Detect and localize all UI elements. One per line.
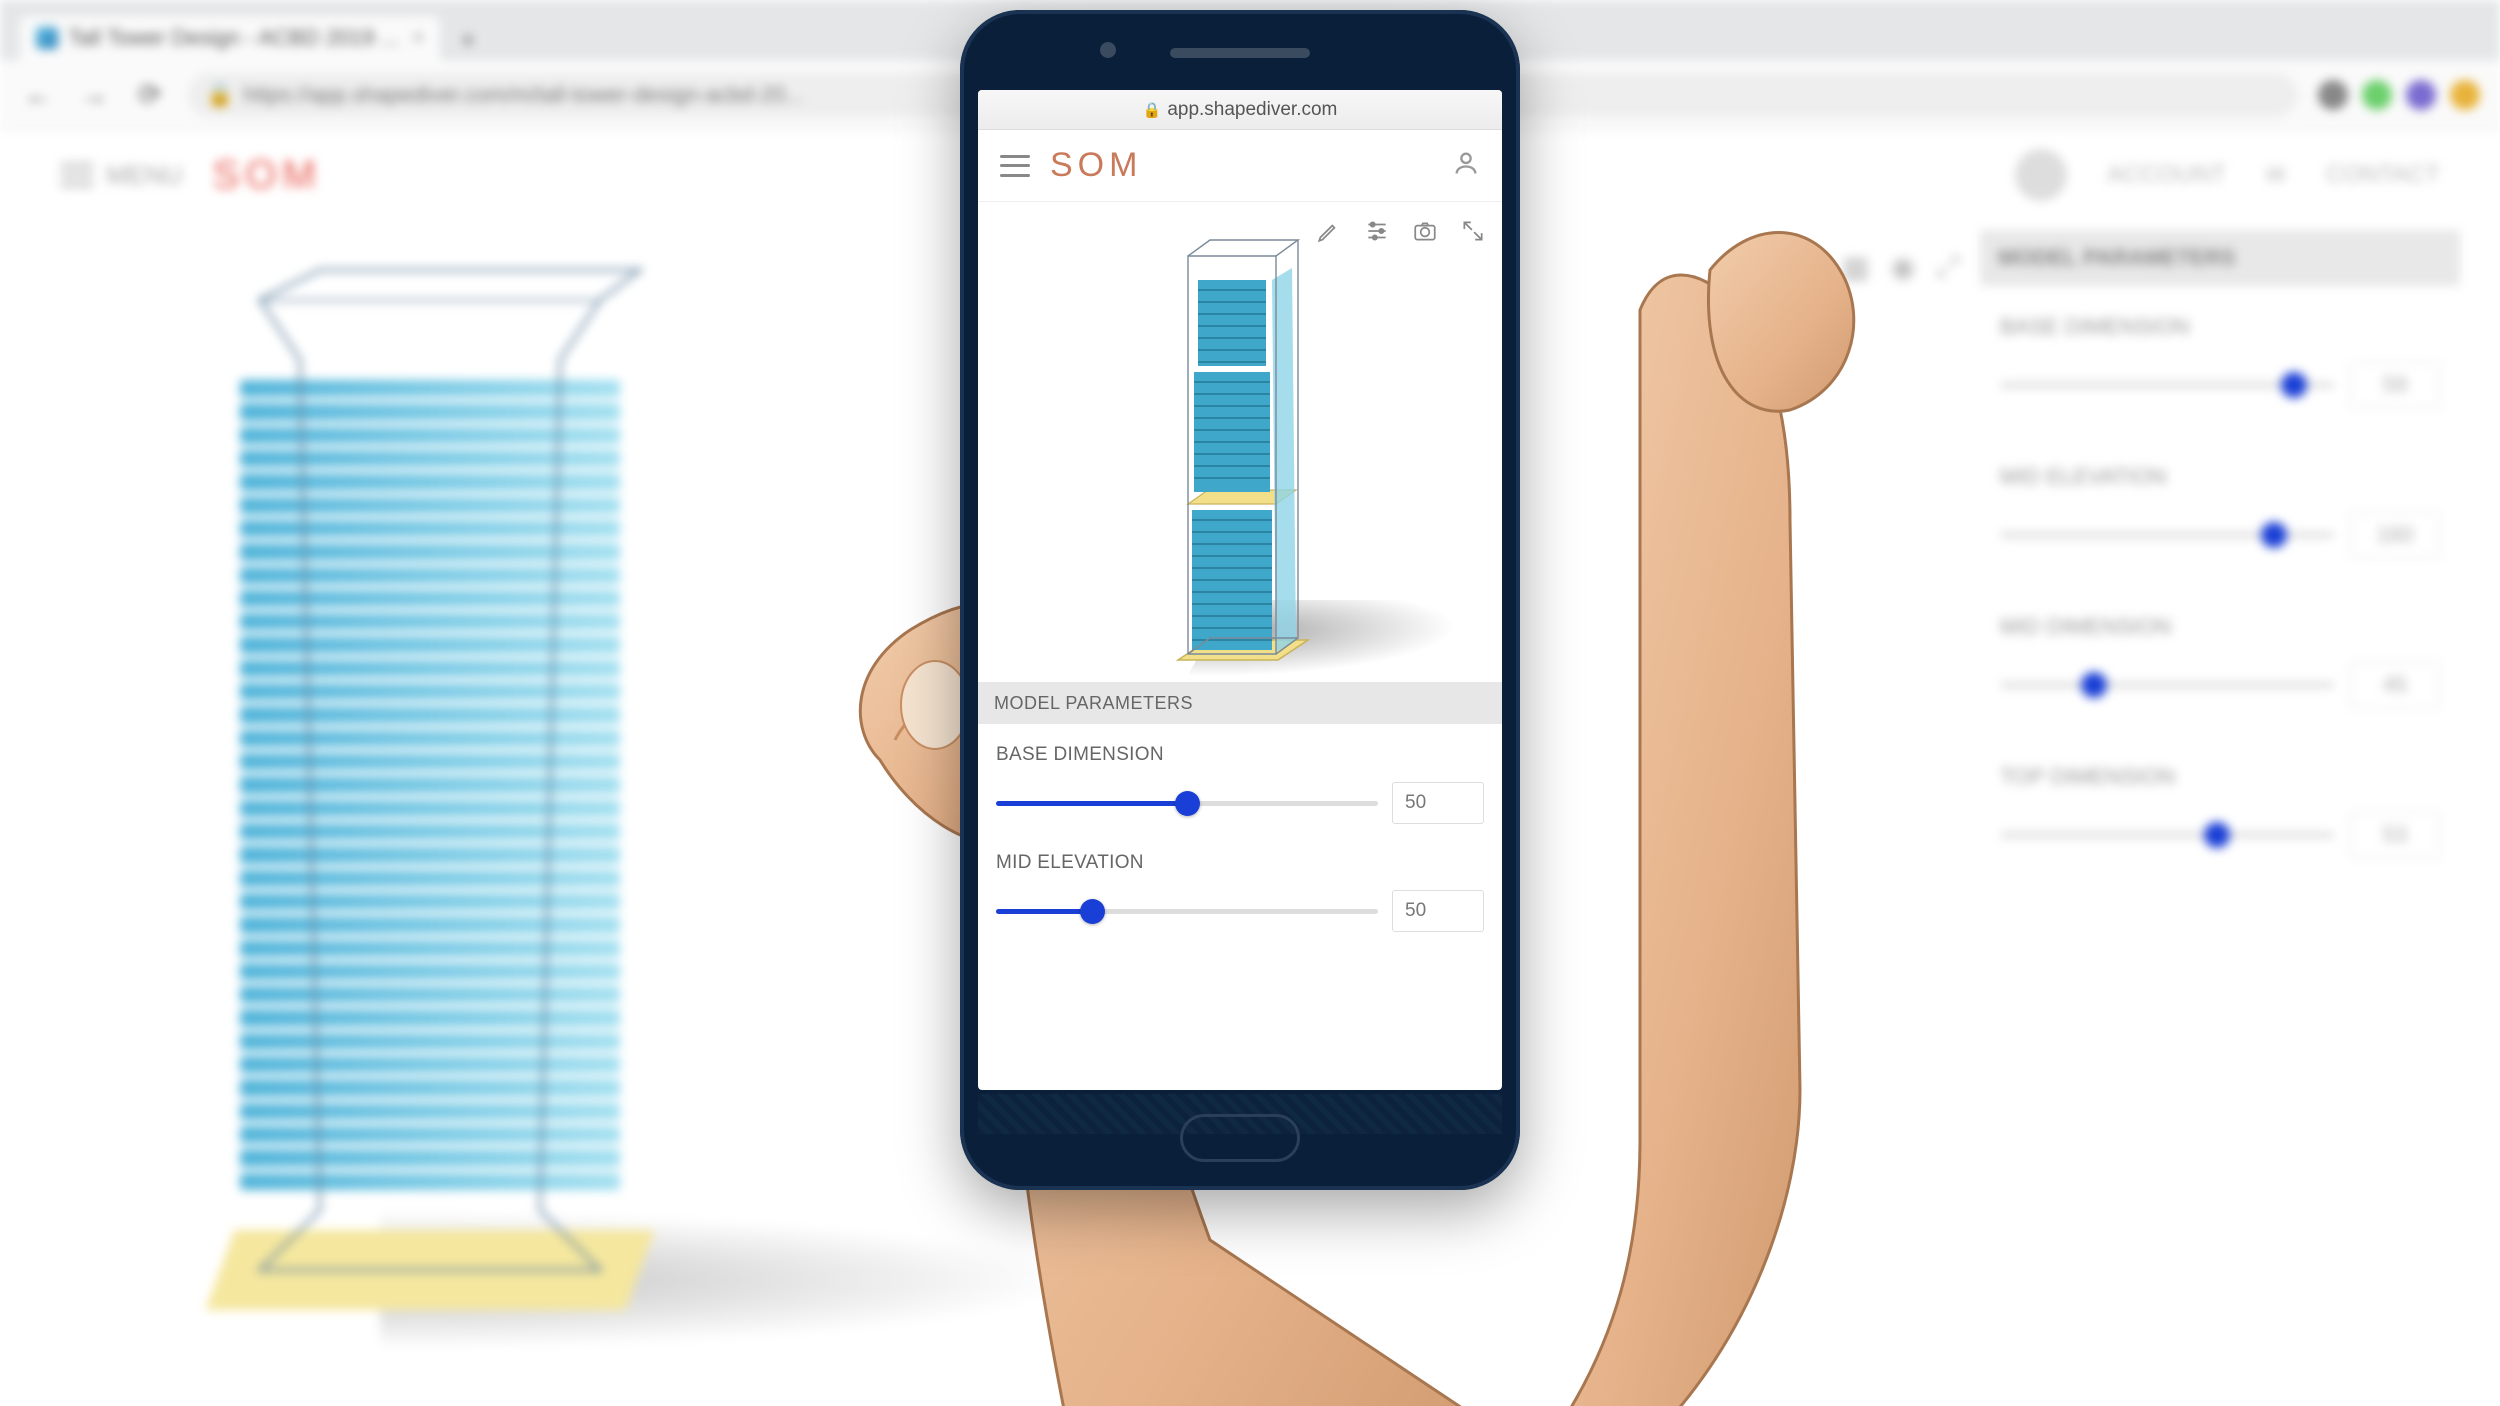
parameter-value[interactable]: 45 — [2350, 662, 2440, 708]
grid-icon[interactable]: ▦ — [1841, 250, 1869, 285]
slider-track[interactable] — [996, 801, 1378, 806]
tower-3d-view[interactable] — [180, 260, 680, 1310]
slider-thumb[interactable] — [2204, 822, 2230, 848]
menu-button[interactable]: MENU — [60, 160, 183, 191]
parameter-label: MID ELEVATION — [2000, 464, 2440, 490]
settings-icon[interactable] — [1362, 216, 1392, 246]
parameter-value[interactable]: 59 — [2350, 362, 2440, 408]
extension-icon[interactable] — [2406, 80, 2436, 110]
mobile-app-header: SOM — [978, 130, 1502, 202]
extension-icon[interactable] — [2362, 80, 2392, 110]
slider-track[interactable] — [2000, 532, 2334, 538]
parameter-label: TOP DIMENSION — [2000, 764, 2440, 790]
mobile-viewer-toolbar — [1314, 216, 1488, 246]
camera-icon[interactable] — [1410, 216, 1440, 246]
parameter-value[interactable]: 160 — [2350, 512, 2440, 558]
slider-thumb[interactable] — [2081, 672, 2107, 698]
slider-thumb[interactable] — [1175, 791, 1200, 816]
parameter-value-input[interactable]: 50 — [1392, 782, 1484, 824]
tab-close-icon[interactable]: × — [412, 27, 424, 50]
slider-track[interactable] — [2000, 382, 2334, 388]
app-logo: SOM — [1050, 146, 1142, 185]
url-text: https://app.shapediver.com/m/tall-tower-… — [243, 82, 803, 108]
mobile-url: app.shapediver.com — [1167, 99, 1337, 121]
slider-track[interactable] — [996, 909, 1378, 914]
mobile-parameter-row: BASE DIMENSION 50 — [978, 724, 1502, 832]
extension-icon[interactable] — [2318, 80, 2348, 110]
lock-icon: 🔒 — [206, 82, 233, 108]
tab-favicon — [36, 27, 58, 49]
parameter-value[interactable]: 53 — [2350, 812, 2440, 858]
fullscreen-icon[interactable] — [1458, 216, 1488, 246]
parameter-row: BASE DIMENSION 59 — [1980, 286, 2460, 436]
forward-button[interactable]: → — [76, 77, 112, 113]
tower-outline — [180, 260, 680, 1310]
slider-thumb[interactable] — [2261, 522, 2287, 548]
new-tab-button[interactable]: + — [448, 20, 488, 60]
lock-icon: 🔒 — [1143, 101, 1162, 119]
mobile-3d-viewer[interactable] — [978, 202, 1502, 682]
edit-icon[interactable]: ✎ — [1796, 250, 1821, 285]
phone-device: 🔒 app.shapediver.com SOM — [960, 10, 1520, 1190]
slider-thumb[interactable] — [2281, 372, 2307, 398]
parameter-label: MID DIMENSION — [2000, 614, 2440, 640]
phone-speaker — [1170, 48, 1310, 58]
app-logo: SOM — [213, 153, 322, 198]
tab-title: Tall Tower Design - ACBD 2019 ... — [68, 25, 399, 51]
parameter-label: BASE DIMENSION — [2000, 314, 2440, 340]
hamburger-icon — [60, 163, 94, 187]
browser-tab[interactable]: Tall Tower Design - ACBD 2019 ... × — [20, 16, 440, 60]
account-link[interactable]: ACCOUNT — [2107, 161, 2226, 189]
slider-track[interactable] — [2000, 682, 2334, 688]
extension-icon[interactable] — [2450, 80, 2480, 110]
parameter-label: BASE DIMENSION — [996, 744, 1484, 766]
mobile-tower-model — [1148, 222, 1328, 672]
camera-icon[interactable]: ◉ — [1890, 250, 1916, 285]
phone-screen: 🔒 app.shapediver.com SOM — [978, 90, 1502, 1090]
mobile-status-bar: 🔒 app.shapediver.com — [978, 90, 1502, 130]
extension-icons — [2318, 80, 2480, 110]
reload-button[interactable]: ⟳ — [132, 77, 168, 113]
phone-home-button[interactable] — [1180, 1114, 1300, 1162]
parameter-row: MID ELEVATION 160 — [1980, 436, 2460, 586]
contact-icon: ✉ — [2266, 161, 2286, 190]
panel-header: MODEL PARAMETERS — [1980, 230, 2460, 286]
hamburger-icon[interactable] — [1000, 155, 1030, 177]
viewer-toolbar: ✎ ▦ ◉ ⤢ — [1796, 250, 1960, 285]
parameter-row: MID DIMENSION 45 — [1980, 586, 2460, 736]
menu-label: MENU — [106, 160, 183, 191]
mobile-parameter-row: MID ELEVATION 50 — [978, 832, 1502, 940]
fullscreen-icon[interactable]: ⤢ — [1936, 250, 1960, 285]
avatar[interactable] — [2015, 149, 2067, 201]
parameter-value-input[interactable]: 50 — [1392, 890, 1484, 932]
phone-camera — [1100, 42, 1116, 58]
parameter-label: MID ELEVATION — [996, 852, 1484, 874]
slider-track[interactable] — [2000, 832, 2334, 838]
parameter-row: TOP DIMENSION 53 — [1980, 736, 2460, 886]
user-icon[interactable] — [1452, 149, 1480, 182]
parameters-panel: MODEL PARAMETERS BASE DIMENSION 59 MID E… — [1980, 230, 2460, 1366]
back-button[interactable]: ← — [20, 77, 56, 113]
slider-thumb[interactable] — [1080, 899, 1105, 924]
mobile-panel-header: MODEL PARAMETERS — [978, 682, 1502, 724]
contact-link[interactable]: CONTACT — [2326, 161, 2440, 189]
